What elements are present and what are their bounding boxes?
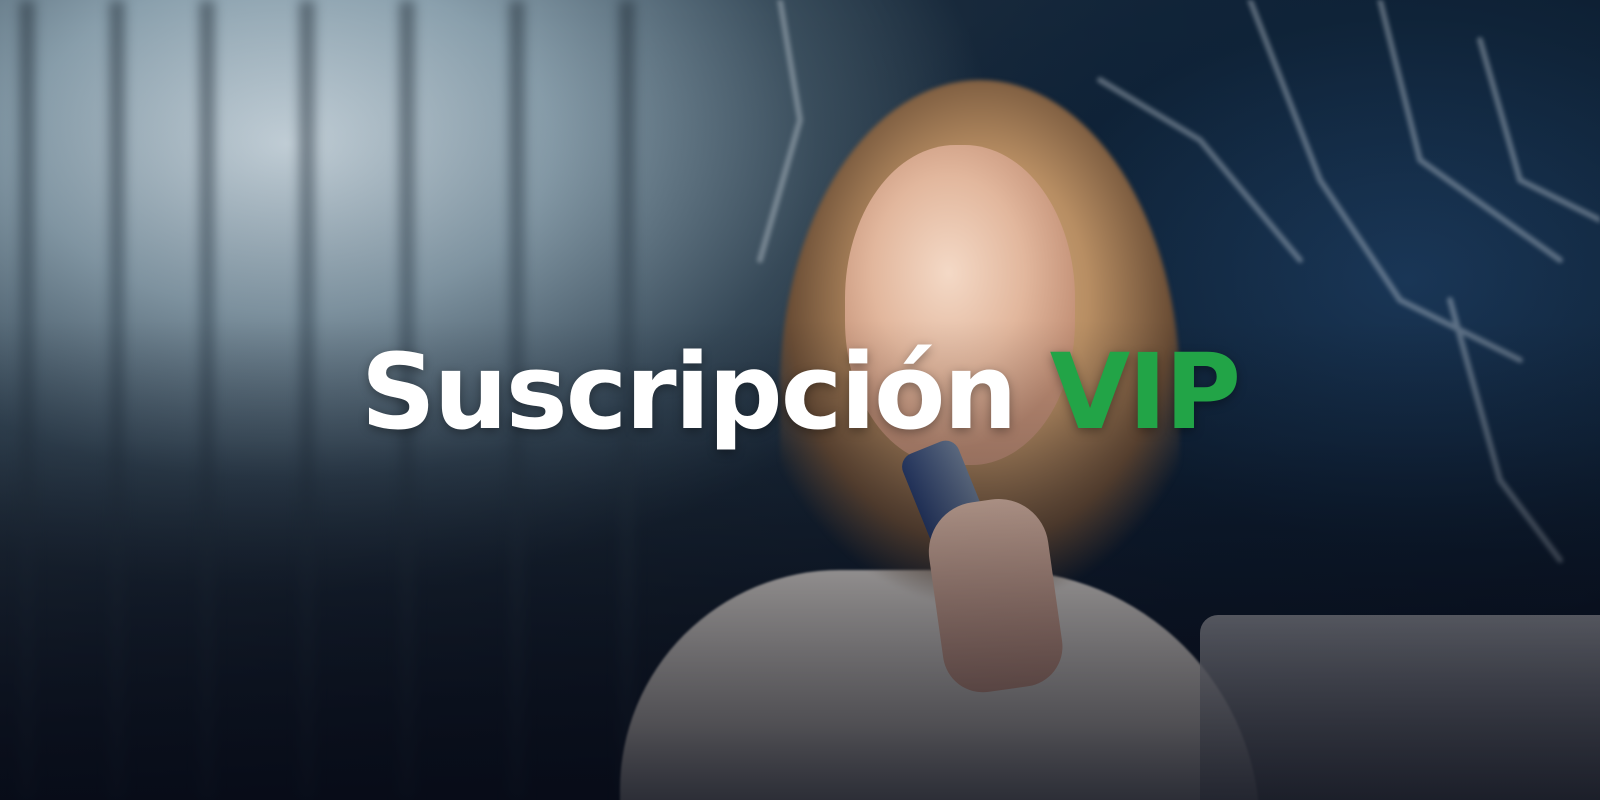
hero-banner: Suscripción VIP: [0, 0, 1600, 800]
headline-main: Suscripción: [360, 331, 1018, 453]
headline-accent: VIP: [1049, 331, 1241, 453]
headline: Suscripción VIP: [0, 330, 1600, 455]
